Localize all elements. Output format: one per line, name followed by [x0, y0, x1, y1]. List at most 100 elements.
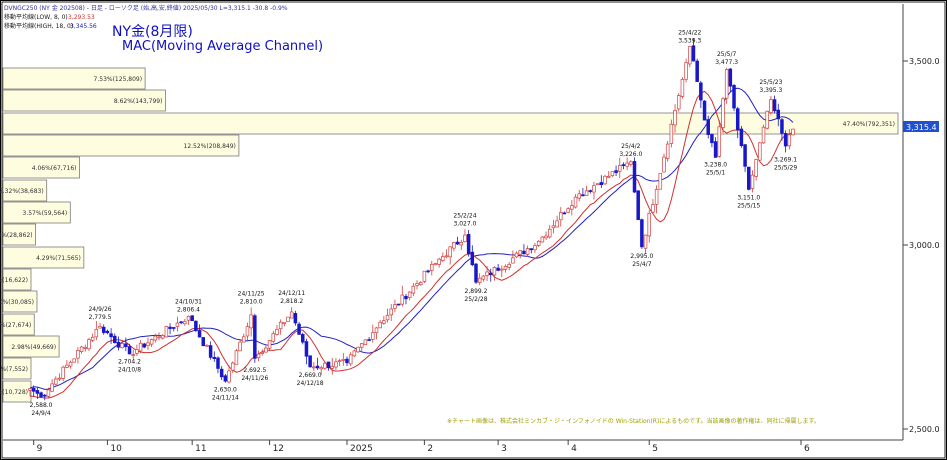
- candle-body: [54, 378, 58, 385]
- annotation-label: 24/9/4: [31, 410, 50, 417]
- candle-body: [367, 339, 371, 341]
- candle-body: [275, 328, 279, 335]
- candle-body: [658, 172, 663, 190]
- candle-body: [647, 212, 651, 237]
- y-tick-label: 3,500.0: [909, 57, 940, 66]
- candle-body: [105, 330, 110, 334]
- candle-body: [618, 165, 622, 172]
- candle-body: [481, 275, 486, 280]
- candle-body: [518, 250, 522, 255]
- header-line1: DVNGC250 (NY 金 202508) - 日足 - ローソク足 (始,高…: [4, 4, 288, 12]
- candle-body: [544, 235, 548, 239]
- candle-body: [201, 337, 205, 347]
- candle-body: [345, 358, 349, 364]
- candle-body: [470, 251, 475, 266]
- candle-body: [164, 326, 169, 338]
- candle-body: [441, 256, 445, 261]
- candle-body: [747, 166, 751, 190]
- candle-body: [46, 389, 51, 397]
- annotation-label: 25/5/15: [737, 202, 760, 209]
- candle-body: [581, 194, 585, 197]
- candle-body: [610, 171, 615, 176]
- candle-body: [437, 258, 441, 265]
- candle-body: [135, 349, 139, 354]
- annotation-label: 2,806.4: [177, 306, 200, 313]
- candle-body: [676, 95, 681, 110]
- candle-body: [101, 326, 106, 333]
- x-tick-label: 12: [273, 444, 284, 454]
- x-tick-label: 9: [37, 444, 43, 454]
- annotation-label: 24/10/31: [175, 298, 202, 305]
- volume-profile-label: 12.52%(208,849): [184, 143, 236, 150]
- annotation-label: 2,779.5: [89, 314, 112, 321]
- candle-body: [547, 228, 552, 238]
- candle-body: [186, 316, 191, 321]
- candle-body: [98, 325, 102, 329]
- candle-body: [466, 234, 471, 254]
- candle-body: [503, 265, 508, 270]
- volume-profile-label: 1.00%(16,622): [0, 277, 28, 284]
- candle-body: [293, 313, 298, 324]
- candle-body: [87, 339, 91, 350]
- candle-body: [197, 330, 202, 338]
- annotation-label: 3,269.1: [774, 156, 797, 163]
- annotation-label: 25/2/28: [464, 296, 487, 303]
- annotation-label: 3,151.0: [737, 194, 760, 201]
- candle-body: [337, 360, 342, 363]
- candle-body: [149, 339, 154, 345]
- annotation-label: 25/5/7: [717, 51, 736, 58]
- candle-body: [271, 333, 276, 342]
- candle-body: [363, 339, 368, 345]
- candle-body: [326, 361, 331, 369]
- candle-body: [665, 143, 670, 159]
- candle-body: [359, 343, 364, 348]
- candle-body: [415, 283, 419, 286]
- x-tick-label: 10: [110, 444, 122, 454]
- candle-body: [636, 190, 640, 220]
- volume-profile-label: 0.64%(10,728): [0, 389, 28, 396]
- candle-body: [492, 267, 497, 276]
- header-ma-low-label: 移動平均線(LOW, 8, 0): [4, 13, 68, 21]
- candle-body: [157, 336, 161, 339]
- candle-body: [761, 126, 766, 144]
- candle-body: [732, 85, 736, 109]
- volume-profile-label: 8.62%(143,799): [114, 98, 163, 105]
- candle-body: [382, 320, 386, 324]
- candle-body: [566, 208, 570, 213]
- header-ma-high-label: 移動平均線(HIGH, 18, 0): [4, 22, 73, 30]
- candle-body: [651, 204, 655, 213]
- candle-body: [625, 162, 629, 167]
- candle-body: [323, 362, 327, 369]
- annotation-label: 2,588.0: [30, 402, 53, 409]
- volume-profile-label: 47.40%(792,351): [843, 121, 895, 128]
- candle-body: [691, 45, 696, 62]
- candle-body: [496, 267, 500, 271]
- candle-body: [721, 98, 725, 128]
- candle-body: [533, 245, 537, 251]
- annotation-label: 25/5/1: [706, 170, 725, 177]
- annotation-label: 2,899.2: [465, 288, 488, 295]
- candle-body: [577, 193, 581, 199]
- candle-body: [765, 110, 769, 129]
- candle-body: [780, 119, 784, 134]
- candle-body: [242, 336, 246, 343]
- candle-body: [57, 377, 62, 380]
- annotation-label: 3,477.3: [715, 59, 738, 66]
- candle-body: [754, 159, 758, 177]
- candle-body: [68, 361, 73, 367]
- candle-body: [348, 354, 353, 365]
- candle-body: [396, 303, 401, 306]
- annotation-label: 25/5/23: [759, 79, 782, 86]
- annotation-label: 3,027.0: [453, 220, 476, 227]
- candle-body: [540, 236, 545, 243]
- x-tick-label: 6: [804, 444, 810, 454]
- candle-body: [223, 375, 228, 382]
- candle-body: [289, 311, 294, 319]
- volume-profile-label: 4.29%(71,565): [36, 255, 81, 262]
- annotation-label: 3,539.3: [678, 38, 701, 45]
- candle-body: [688, 46, 692, 65]
- annotation-label: 24/11/26: [241, 375, 268, 382]
- candle-body: [65, 364, 69, 368]
- candle-body: [430, 263, 434, 271]
- candle-body: [146, 342, 150, 347]
